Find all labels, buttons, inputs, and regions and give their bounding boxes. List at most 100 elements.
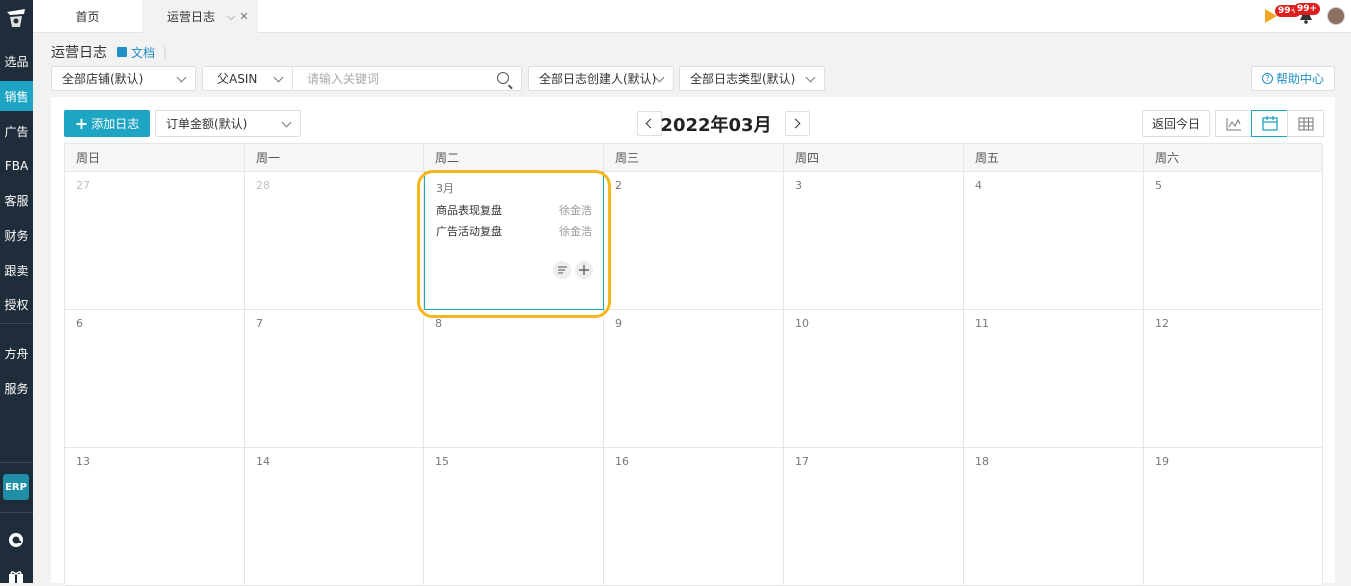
calendar-day-cell[interactable]: 3月 商品表现复盘 徐金浩 广告活动复盘 徐金浩 [424,172,604,310]
sidebar-item-ark[interactable]: 方舟 [0,338,33,368]
top-tab-bar: 首页 运营日志 ⌵✕ 99+ 99+ [33,0,1351,33]
back-to-today-button[interactable]: 返回今日 [1142,110,1210,137]
calendar-day-cell[interactable]: 11 [964,310,1144,448]
sidebar-divider [0,323,33,324]
day-number: 16 [615,455,629,468]
help-center-button[interactable]: ? 帮助中心 [1251,66,1335,91]
chevron-down-icon [281,117,292,128]
log-event-title: 商品表现复盘 [436,204,502,217]
day-number: 10 [795,317,809,330]
calendar-day-cell[interactable]: 6 [65,310,245,448]
log-event[interactable]: 商品表现复盘 徐金浩 [436,202,592,218]
day-number: 17 [795,455,809,468]
calendar-day-cell[interactable]: 9 [604,310,784,448]
top-right-actions: 99+ 99+ [1265,3,1345,28]
avatar[interactable] [1327,7,1345,25]
search-placeholder: 请输入关键词 [307,72,380,86]
search-icon[interactable] [497,72,509,84]
sidebar-item-finance[interactable]: 财务 [0,220,33,250]
day-number: 8 [435,317,442,330]
play-icon[interactable]: 99+ [1265,5,1302,23]
day-number: 5 [1155,179,1162,192]
day-number: 28 [256,179,270,192]
calendar-day-cell[interactable]: 3 [784,172,964,310]
calendar-day-cell[interactable]: 14 [245,448,424,586]
calendar-day-cell[interactable]: 15 [424,448,604,586]
app-logo-icon[interactable] [4,6,28,30]
chevron-down-icon[interactable]: ⌵ [227,10,239,23]
calendar-day-cell[interactable]: 5 [1144,172,1323,310]
calendar-day-cell[interactable]: 7 [245,310,424,448]
calendar-view-button[interactable] [1251,110,1288,137]
tab-home[interactable]: 首页 [33,0,143,33]
calendar-day-cell[interactable]: 28 [245,172,424,310]
calendar-day-cell[interactable]: 10 [784,310,964,448]
tab-home-label: 首页 [75,10,100,24]
calendar-day-cell[interactable]: 4 [964,172,1144,310]
gift-icon[interactable] [8,570,24,583]
sidebar-item-services[interactable]: 服务 [0,373,33,403]
creator-select-value: 全部日志创建人(默认) [539,72,657,86]
day-number: 3 [795,179,802,192]
next-month-button[interactable] [785,111,810,136]
plus-icon: + [74,113,89,133]
day-number: 27 [76,179,90,192]
table-view-button[interactable] [1287,110,1324,137]
calendar-grid: 周日 周一 周二 周三 周四 周五 周六 27 28 3月 商品表现复盘 徐金浩 广告活动复盘 徐金浩 2 3… [64,143,1323,586]
page-title: 运营日志 [51,45,107,61]
day-number: 4 [975,179,982,192]
log-type-select-value: 全部日志类型(默认) [690,72,796,86]
sidebar-item-xuanpin[interactable]: 选品 [0,46,33,76]
notification-badge: 99+ [1294,3,1321,15]
calendar-day-cell[interactable]: 8 [424,310,604,448]
month-title: 2022年03月 [660,114,772,136]
back-to-today-label: 返回今日 [1151,117,1200,131]
asin-type-select[interactable]: 父ASIN [202,66,293,91]
log-type-select[interactable]: 全部日志类型(默认) [679,66,825,91]
store-select[interactable]: 全部店铺(默认) [51,66,196,91]
doc-link-label: 文档 [131,45,156,60]
calendar-icon [1261,116,1278,131]
sidebar-item-service[interactable]: 客服 [0,185,33,215]
calendar-day-cell[interactable]: 19 [1144,448,1323,586]
weekday-header: 周二 [424,144,604,172]
search-input[interactable]: 请输入关键词 [292,66,522,91]
day-number: 9 [615,317,622,330]
tab-operation-log-label: 运营日志 [167,10,216,24]
calendar-day-cell[interactable]: 17 [784,448,964,586]
bell-icon[interactable]: 99+ [1294,3,1321,24]
asin-type-value: 父ASIN [217,72,258,86]
sidebar-item-authorize[interactable]: 授权 [0,289,33,319]
log-event[interactable]: 广告活动复盘 徐金浩 [436,223,592,239]
sidebar-item-sales[interactable]: 销售 [0,81,33,111]
calendar-day-cell[interactable]: 13 [65,448,245,586]
sidebar-divider [0,462,33,463]
order-metric-select[interactable]: 订单金额(默认) [155,110,301,137]
chart-view-button[interactable] [1215,110,1252,137]
close-icon[interactable]: ✕ [239,10,252,23]
add-log-button[interactable]: + 添加日志 [64,110,150,137]
creator-select[interactable]: 全部日志创建人(默认) [528,66,674,91]
table-icon [1298,117,1313,130]
calendar-day-cell[interactable]: 12 [1144,310,1323,448]
doc-link[interactable]: 文档 [117,44,155,61]
calendar-day-cell[interactable]: 18 [964,448,1144,586]
day-number: 14 [256,455,270,468]
chevron-down-icon [273,72,284,83]
add-log-icon[interactable] [575,261,593,279]
sidebar-item-ads[interactable]: 广告 [0,116,33,146]
tab-operation-log[interactable]: 运营日志 ⌵✕ [143,0,258,33]
add-log-label: 添加日志 [91,117,140,131]
headset-icon[interactable] [8,532,24,548]
list-icon[interactable] [553,261,571,279]
log-event-title: 广告活动复盘 [436,225,502,238]
sidebar-item-fba[interactable]: FBA [0,151,33,181]
calendar-day-cell[interactable]: 2 [604,172,784,310]
calendar-day-cell[interactable]: 27 [65,172,245,310]
line-chart-icon [1226,117,1241,130]
calendar-day-cell[interactable]: 16 [604,448,784,586]
sidebar-item-follow-sell[interactable]: 跟卖 [0,255,33,285]
erp-button[interactable]: ERP [3,474,29,500]
weekday-header: 周六 [1144,144,1323,172]
chevron-down-icon [805,72,816,83]
